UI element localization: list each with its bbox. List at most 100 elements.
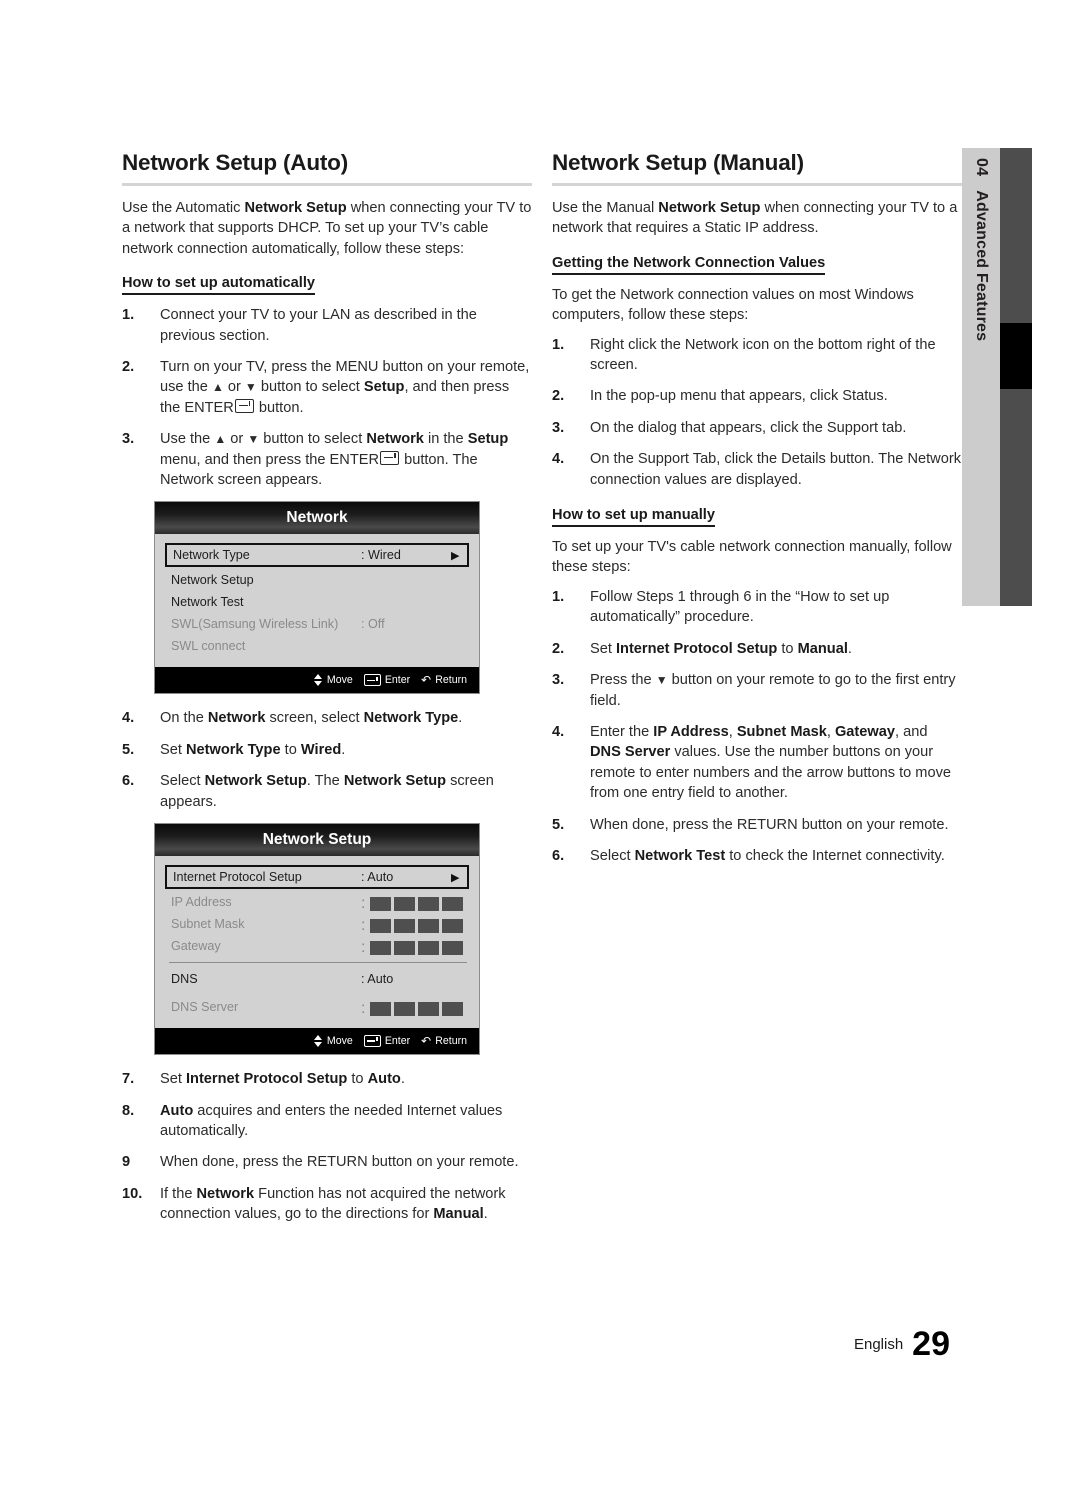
osd-footer-move: Move [313, 674, 353, 687]
list-item: 2. Set Internet Protocol Setup to Manual… [552, 639, 962, 659]
list-item: 9 When done, press the RETURN button on … [122, 1152, 532, 1172]
osd-value-blocks-dns-server: : [361, 1000, 464, 1018]
chevron-right-icon: ▶ [451, 871, 460, 884]
list-item: 3. Use the ▲ or ▼ button to select Netwo… [122, 429, 532, 490]
step-number: 6. [552, 847, 565, 864]
lead-paragraph-manual-setup: To set up your TV's cable network connec… [552, 539, 952, 576]
osd-footer-return: ↷ Return [421, 673, 467, 688]
osd-row-label: DNS [171, 972, 198, 987]
manual-page: 04 Advanced Features Network Setup (Auto)… [0, 0, 1080, 1494]
osd-row-label: IP Address [171, 895, 232, 910]
osd-row-internet-protocol-setup[interactable]: Internet Protocol Setup : Auto ▶ [165, 865, 469, 890]
step-number: 2. [552, 640, 565, 657]
osd-footer-return: ↷ Return [421, 1034, 467, 1048]
value-block [370, 897, 392, 912]
osd-row-swl[interactable]: SWL(Samsung Wireless Link) : Off [165, 613, 469, 635]
step-number: 9 [122, 1154, 131, 1171]
list-item: 1. Connect your TV to your LAN as descri… [122, 305, 532, 346]
up-down-arrow-icon [313, 1035, 323, 1048]
value-block [394, 941, 416, 956]
step-text: Set Internet Protocol Setup to Manual. [590, 640, 852, 657]
osd-title: Network Setup [155, 824, 479, 857]
osd-row-value: : Auto [361, 972, 394, 987]
intro-paragraph-auto: Use the Automatic Network Setup when con… [122, 200, 532, 257]
step-text: Use the ▲ or ▼ button to select Network … [160, 431, 509, 489]
osd-colon: : [361, 1000, 366, 1018]
list-item: 10. If the Network Function has not acqu… [122, 1184, 532, 1225]
osd-value-blocks-subnet-mask: : [361, 917, 464, 935]
value-block [418, 897, 440, 912]
step-text: In the pop-up menu that appears, click S… [590, 388, 888, 405]
osd-footer-enter: Enter [363, 1035, 411, 1048]
steps-list-auto-part3: 7. Set Internet Protocol Setup to Auto. … [122, 1069, 532, 1224]
step-number: 3. [552, 419, 565, 436]
value-block [418, 919, 440, 934]
step-text: When done, press the RETURN button on yo… [160, 1154, 519, 1171]
step-number: 2. [552, 388, 565, 405]
value-block [442, 1002, 464, 1017]
osd-footer-return-label: Return [435, 1035, 467, 1048]
step-text: Connect your TV to your LAN as described… [160, 307, 477, 344]
list-item: 5. Set Network Type to Wired. [122, 740, 532, 760]
chapter-number: 04 [973, 158, 990, 177]
step-text: Follow Steps 1 through 6 in the “How to … [590, 588, 890, 626]
lead-paragraph-getting-values: To get the Network connection values on … [552, 286, 914, 324]
list-item: 2. In the pop-up menu that appears, clic… [552, 386, 962, 406]
step-number: 1. [552, 336, 565, 353]
osd-colon: : [361, 895, 366, 913]
right-column: Network Setup (Manual) Use the Manual Ne… [552, 150, 962, 877]
value-block [394, 919, 416, 934]
osd-footer-enter: Enter [363, 674, 410, 687]
osd-divider [169, 962, 467, 964]
list-item: 1. Right click the Network icon on the b… [552, 335, 962, 376]
osd-row-label: Internet Protocol Setup [173, 870, 302, 885]
osd-footer-move-label: Move [326, 674, 353, 687]
osd-body: Internet Protocol Setup : Auto ▶ IP Addr… [155, 856, 479, 1029]
return-arrow-icon: ↷ [421, 673, 432, 688]
step-text: If the Network Function has not acquired… [160, 1185, 506, 1223]
osd-body: Network Type : Wired ▶ Network Setup Net… [155, 534, 479, 668]
osd-row-network-test[interactable]: Network Test [165, 591, 469, 613]
value-block [418, 941, 440, 956]
osd-row-wrap: SWL connect [165, 635, 469, 657]
value-block [442, 919, 464, 934]
chapter-title: Advanced Features [973, 190, 990, 342]
up-down-arrow-icon [313, 674, 323, 687]
steps-list-getting-values: 1. Right click the Network icon on the b… [552, 335, 962, 490]
osd-row-network-type[interactable]: Network Type : Wired ▶ [165, 543, 469, 568]
list-item: 4. Enter the IP Address, Subnet Mask, Ga… [552, 722, 962, 804]
list-item: 6. Select Network Test to check the Inte… [552, 846, 962, 866]
list-item: 4. On the Network screen, select Network… [122, 708, 532, 728]
step-number: 5. [122, 741, 135, 758]
list-item: 2. Turn on your TV, press the MENU butto… [122, 357, 532, 418]
footer-language: English [853, 1336, 904, 1353]
osd-colon: : [361, 939, 366, 957]
osd-row-label: Network Test [171, 595, 244, 610]
value-block [442, 941, 464, 956]
enter-key-icon [363, 1035, 381, 1048]
list-item: 7. Set Internet Protocol Setup to Auto. [122, 1069, 532, 1089]
steps-list-auto-part2: 4. On the Network screen, select Network… [122, 708, 532, 812]
osd-footer: Move Enter ↷ Return [155, 667, 479, 694]
osd-footer-enter-label: Enter [384, 1035, 411, 1048]
osd-row-wrap: IP Address : [165, 891, 469, 913]
osd-row-wrap: Subnet Mask : [165, 913, 469, 935]
osd-row-wrap: SWL(Samsung Wireless Link) : Off [165, 613, 469, 635]
step-number: 4. [552, 451, 565, 468]
osd-row-network-setup[interactable]: Network Setup [165, 569, 469, 591]
step-text: Press the ▼ button on your remote to go … [590, 672, 956, 709]
chapter-progress-bar [1000, 148, 1032, 606]
osd-row-dns[interactable]: DNS : Auto [165, 968, 469, 990]
osd-row-swl-connect[interactable]: SWL connect [165, 635, 469, 657]
step-text: On the Support Tab, click the Details bu… [590, 451, 961, 488]
enter-key-icon [380, 450, 400, 465]
chapter-active-segment [1000, 323, 1032, 389]
step-text: Enter the IP Address, Subnet Mask, Gatew… [590, 723, 951, 802]
step-number: 5. [552, 816, 565, 833]
step-text: On the dialog that appears, click the Su… [590, 419, 907, 436]
step-text: On the Network screen, select Network Ty… [160, 710, 463, 727]
steps-list-auto-part1: 1. Connect your TV to your LAN as descri… [122, 305, 532, 490]
osd-row-label: Network Type [173, 548, 250, 563]
osd-row-wrap: DNS : Auto [165, 968, 469, 990]
step-text: Set Network Type to Wired. [160, 741, 346, 758]
